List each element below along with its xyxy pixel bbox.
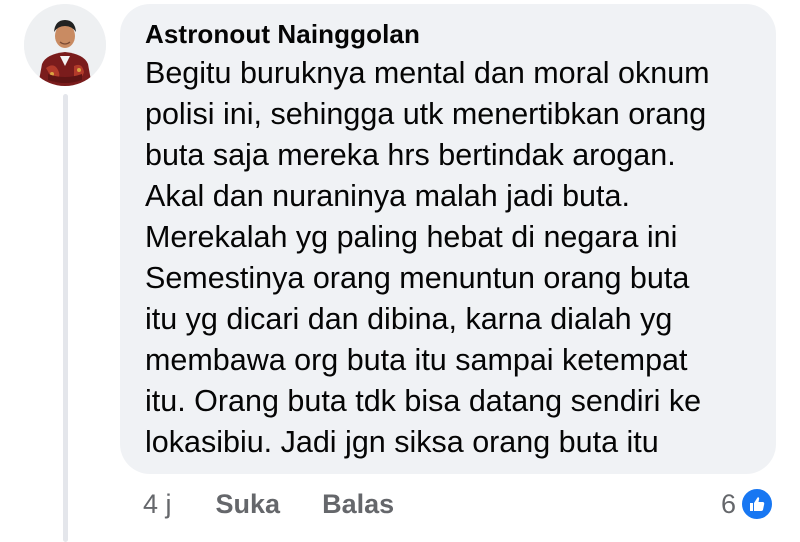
comment-actions: 4 j Suka Balas xyxy=(143,484,436,524)
comment-text-line: Akal dan nuraninya malah jadi buta. xyxy=(145,179,630,213)
avatar[interactable] xyxy=(24,4,106,86)
comment-author-name[interactable]: Astronout Nainggolan xyxy=(145,17,754,51)
comment-text-line: Begitu buruknya mental dan moral oknum xyxy=(145,56,710,90)
comment-timestamp[interactable]: 4 j xyxy=(143,489,172,520)
reply-thread-line xyxy=(63,94,68,542)
like-button[interactable]: Suka xyxy=(216,489,281,520)
reply-button[interactable]: Balas xyxy=(322,489,394,520)
thumbs-up-icon xyxy=(740,487,774,521)
comment-text-line: itu yg dicari dan dibina, karna dialah y… xyxy=(145,302,673,336)
profile-photo-icon xyxy=(24,4,106,86)
comment-text-line: lokasibiu. Jadi jgn siksa orang buta itu xyxy=(145,425,659,459)
comment-text-line: polisi ini, sehingga utk menertibkan ora… xyxy=(145,97,707,131)
comment-bubble: Astronout Nainggolan Begitu buruknya men… xyxy=(120,4,776,474)
comment-text-line: itu. Orang buta tdk bisa datang sendiri … xyxy=(145,384,702,418)
reaction-summary[interactable]: 6 xyxy=(721,484,774,524)
comment-text-line: membawa org buta itu sampai ketempat xyxy=(145,343,688,377)
comment-text-line: Semestinya orang menuntun orang buta xyxy=(145,261,690,295)
comment-screen: Astronout Nainggolan Begitu buruknya men… xyxy=(0,0,800,542)
comment-text-line: Merekalah yg paling hebat di negara ini xyxy=(145,220,678,254)
comment-text-line: buta saja mereka hrs bertindak arogan. xyxy=(145,138,676,172)
reaction-count: 6 xyxy=(720,488,736,519)
